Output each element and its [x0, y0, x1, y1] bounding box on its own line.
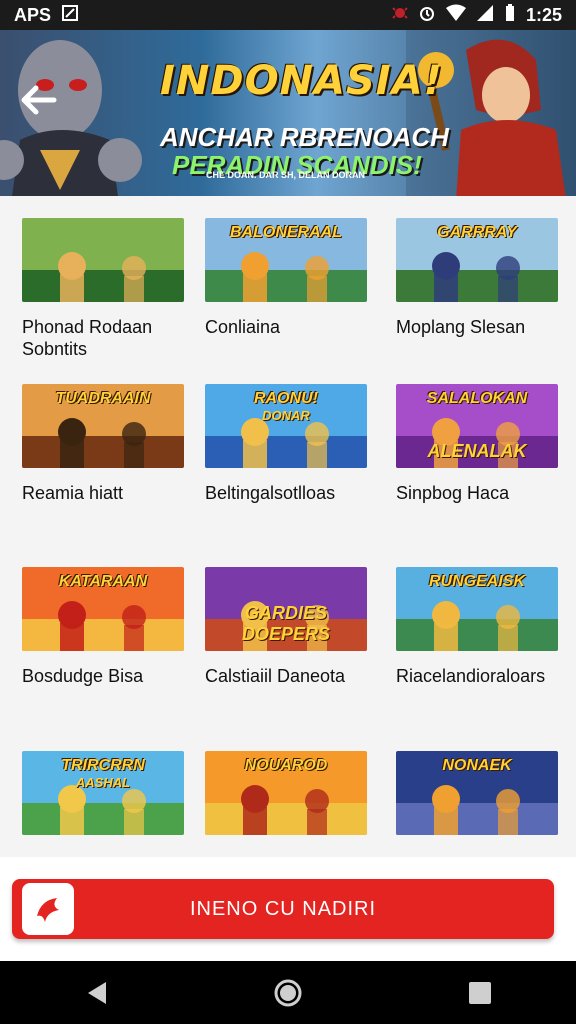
- signal-icon: [476, 4, 494, 27]
- game-thumbnail-caption: ALENALAK: [427, 441, 527, 461]
- game-card[interactable]: NONAEK: [396, 751, 558, 849]
- game-thumbnail[interactable]: TUADRAAIN: [22, 384, 184, 468]
- app-logo-icon: [22, 883, 74, 935]
- game-title[interactable]: Sinpbog Haca: [396, 482, 558, 504]
- game-card[interactable]: KATARAAN Bosdudge Bisa: [22, 567, 184, 687]
- banner-title: INDONASIA!: [160, 58, 443, 104]
- game-thumbnail-title: RAONU!: [254, 390, 318, 407]
- game-title[interactable]: Moplang Slesan: [396, 316, 558, 338]
- bug-icon: [392, 4, 408, 27]
- game-title[interactable]: Bosdudge Bisa: [22, 665, 184, 687]
- game-card[interactable]: TRIRCRRN AASHAL: [22, 751, 184, 849]
- game-thumbnail[interactable]: SALALOKAN ALENALAK: [396, 384, 558, 468]
- banner-subtitle-1: ANCHAR RBRENOACH: [160, 122, 449, 152]
- game-thumbnail[interactable]: [22, 218, 184, 302]
- game-thumbnail-caption: GARDIES DOEPERS: [241, 603, 331, 644]
- notification-icon: [61, 4, 79, 27]
- carrier-text: APS: [14, 4, 52, 25]
- wifi-icon: [445, 4, 466, 27]
- game-card[interactable]: Phonad Rodaan Sobntits: [22, 218, 184, 360]
- status-bar: APS 1:25: [0, 0, 576, 30]
- game-card[interactable]: RUNGEAISK Riacelandioraloars: [396, 567, 558, 687]
- game-thumbnail-title: NONAEK: [442, 757, 512, 774]
- banner-caption: CHE DOAN. DAR SH, DELAN DORAN: [206, 170, 366, 180]
- game-card[interactable]: RAONU! DONAR Beltingalsotlloas: [205, 384, 367, 504]
- game-card[interactable]: TUADRAAIN Reamia hiatt: [22, 384, 184, 504]
- game-thumbnail[interactable]: RAONU! DONAR: [205, 384, 367, 468]
- cta-container: INENO CU NADIRI: [0, 857, 576, 961]
- game-card[interactable]: SALALOKAN ALENALAK Sinpbog Haca: [396, 384, 558, 504]
- game-card[interactable]: GARDIES DOEPERS Calstiaiil Daneota: [205, 567, 367, 687]
- game-thumbnail-subtitle: DONAR: [262, 408, 310, 423]
- game-card[interactable]: BALONERAAL Conliaina: [205, 218, 367, 338]
- game-thumbnail[interactable]: GARDIES DOEPERS: [205, 567, 367, 651]
- nav-home-icon[interactable]: [268, 973, 308, 1013]
- system-nav-bar: [0, 961, 576, 1024]
- game-thumbnail-subtitle: AASHAL: [75, 775, 131, 790]
- nav-recents-icon[interactable]: [460, 973, 500, 1013]
- game-thumbnail[interactable]: GARRRAY: [396, 218, 558, 302]
- cta-button[interactable]: INENO CU NADIRI: [12, 879, 554, 939]
- game-thumbnail[interactable]: RUNGEAISK: [396, 567, 558, 651]
- battery-icon: [504, 3, 516, 27]
- game-thumbnail-title: TUADRAAIN: [55, 390, 151, 407]
- game-title[interactable]: Beltingalsotlloas: [205, 482, 367, 504]
- game-thumbnail[interactable]: NOUAROD: [205, 751, 367, 835]
- game-title[interactable]: Riacelandioraloars: [396, 665, 558, 687]
- game-title[interactable]: Reamia hiatt: [22, 482, 184, 504]
- game-thumbnail-title: NOUAROD: [244, 757, 328, 774]
- game-thumbnail-title: RUNGEAISK: [428, 573, 525, 590]
- game-title[interactable]: Calstiaiil Daneota: [205, 665, 367, 687]
- game-thumbnail-title: TRIRCRRN: [61, 757, 145, 774]
- game-card[interactable]: NOUAROD: [205, 751, 367, 849]
- game-thumbnail-title: SALALOKAN: [426, 390, 528, 407]
- game-thumbnail-title: GARRRAY: [437, 224, 517, 241]
- game-thumbnail-title: BALONERAAL: [230, 224, 342, 241]
- game-thumbnail[interactable]: NONAEK: [396, 751, 558, 835]
- game-card[interactable]: GARRRAY Moplang Slesan: [396, 218, 558, 338]
- cta-label: INENO CU NADIRI: [189, 897, 377, 920]
- nav-back-icon[interactable]: [76, 973, 116, 1013]
- game-title[interactable]: Conliaina: [205, 316, 367, 338]
- game-thumbnail[interactable]: KATARAAN: [22, 567, 184, 651]
- clock-text: 1:25: [525, 4, 562, 25]
- game-thumbnail[interactable]: BALONERAAL: [205, 218, 367, 302]
- banner-character-right: [406, 30, 576, 196]
- alarm-icon: [418, 4, 436, 27]
- hero-banner[interactable]: INDONASIA! ANCHAR RBRENOACH PERADIN SCAN…: [0, 30, 576, 196]
- game-thumbnail[interactable]: TRIRCRRN AASHAL: [22, 751, 184, 835]
- game-thumbnail-title: KATARAAN: [58, 573, 148, 590]
- back-arrow-icon[interactable]: [18, 80, 58, 120]
- game-title[interactable]: Phonad Rodaan Sobntits: [22, 316, 184, 360]
